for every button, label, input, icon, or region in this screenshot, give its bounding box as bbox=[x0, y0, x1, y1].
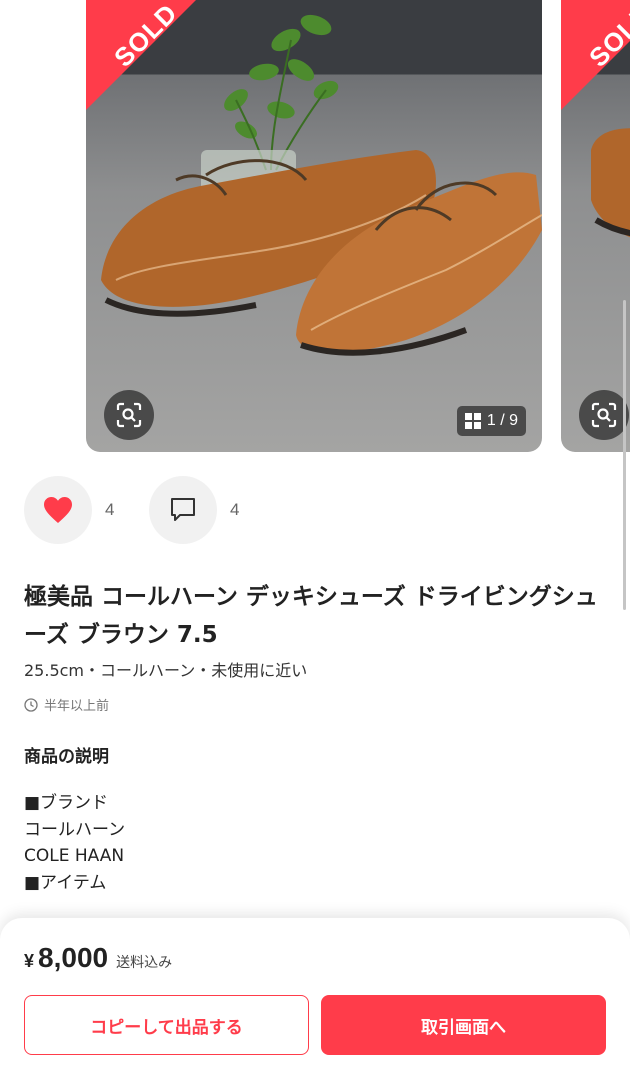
grid-icon bbox=[464, 413, 481, 429]
item-subtitle: 25.5cm・コールハーン・未使用に近い bbox=[24, 661, 308, 680]
image-carousel[interactable]: SOLD 1 / 9 SOLD bbox=[0, 0, 630, 452]
next-sold-banner: SOLD bbox=[561, 0, 630, 110]
engagement-row: 4 4 bbox=[24, 476, 260, 544]
currency-symbol: ¥ bbox=[24, 951, 35, 971]
sold-banner: SOLD bbox=[86, 0, 216, 110]
image-counter-text: 1 / 9 bbox=[486, 412, 518, 429]
comment-icon bbox=[171, 498, 195, 521]
price-amount: 8,000 bbox=[38, 942, 109, 973]
comment-count: 4 bbox=[230, 500, 240, 519]
page-scrollbar[interactable] bbox=[623, 300, 626, 610]
posted-time: 半年以上前 bbox=[24, 695, 109, 714]
description-line: ■アイテム bbox=[24, 872, 107, 893]
description-body: ■ブランド コールハーン COLE HAAN ■アイテム bbox=[24, 790, 125, 896]
image-search-icon bbox=[116, 402, 142, 428]
posted-time-text: 半年以上前 bbox=[44, 699, 110, 714]
price: ¥ 8,000 送料込み bbox=[24, 942, 172, 974]
next-image-search-button[interactable] bbox=[579, 390, 629, 440]
purchase-bar: ¥ 8,000 送料込み コピーして出品する 取引画面へ bbox=[0, 918, 630, 1080]
heart-icon bbox=[44, 497, 72, 523]
description-line: COLE HAAN bbox=[24, 846, 125, 866]
image-search-button[interactable] bbox=[104, 390, 154, 440]
like-count: 4 bbox=[105, 500, 115, 519]
description-line: ■ブランド bbox=[24, 793, 109, 813]
item-title: 極美品 コールハーン デッキシューズ ドライビングシューズ ブラウン 7.5 bbox=[24, 584, 598, 648]
shipping-label: 送料込み bbox=[116, 955, 173, 971]
like-button[interactable] bbox=[24, 476, 92, 544]
description-heading: 商品の説明 bbox=[24, 747, 109, 767]
description-line: コールハーン bbox=[24, 819, 126, 840]
copy-listing-button[interactable]: コピーして出品する bbox=[24, 995, 309, 1055]
product-image[interactable]: SOLD 1 / 9 bbox=[86, 0, 542, 452]
next-product-image[interactable]: SOLD bbox=[561, 0, 630, 452]
image-search-icon bbox=[591, 402, 617, 428]
trade-screen-button[interactable]: 取引画面へ bbox=[321, 995, 606, 1055]
image-counter: 1 / 9 bbox=[456, 406, 526, 436]
comment-button[interactable] bbox=[149, 476, 217, 544]
clock-icon bbox=[24, 697, 38, 712]
